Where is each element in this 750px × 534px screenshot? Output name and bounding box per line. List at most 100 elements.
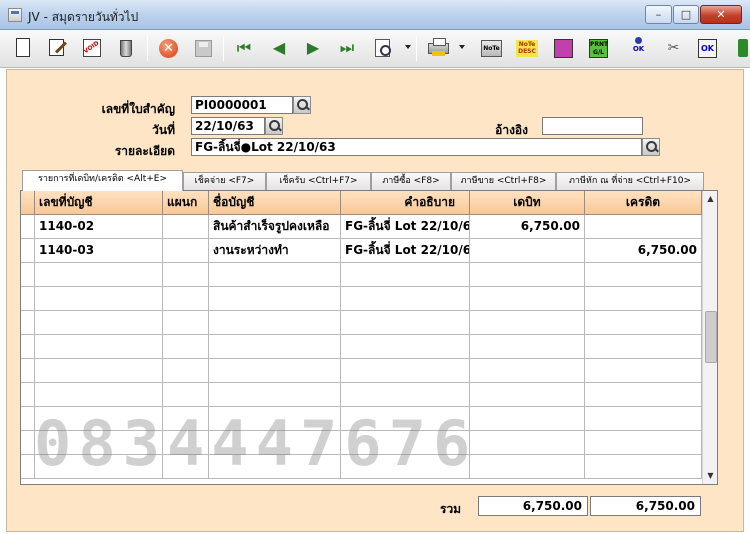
cell-credit[interactable]: 6,750.00	[585, 239, 702, 263]
cell-credit[interactable]	[585, 359, 702, 383]
doc-no-field[interactable]: PI0000001	[191, 96, 293, 114]
cell-credit[interactable]	[585, 383, 702, 407]
journal-grid[interactable]: เลขที่บัญชี แผนก ชื่อบัญชี คำอธิบาย เดบิ…	[20, 190, 718, 485]
find-button[interactable]	[370, 35, 396, 61]
cell-account-name[interactable]	[209, 287, 341, 311]
tab-purchase-tax[interactable]: ภาษีซื้อ <F8>	[371, 172, 451, 190]
void-button[interactable]	[79, 35, 105, 61]
close-button[interactable]: ✕	[700, 5, 742, 24]
cell-dept[interactable]	[163, 431, 209, 455]
print-dropdown-arrow-icon[interactable]	[459, 45, 465, 49]
column-header-credit[interactable]: เครดิต	[585, 191, 702, 215]
reference-field[interactable]	[542, 117, 643, 135]
column-header-debit[interactable]: เดบิท	[470, 191, 585, 215]
row-selector[interactable]	[21, 455, 35, 479]
cell-credit[interactable]	[585, 407, 702, 431]
row-selector[interactable]	[21, 431, 35, 455]
row-selector[interactable]	[21, 335, 35, 359]
scroll-down-icon[interactable]: ▼	[703, 468, 717, 483]
save-button[interactable]	[190, 35, 216, 61]
cell-description[interactable]	[341, 431, 470, 455]
cell-debit[interactable]	[470, 263, 585, 287]
row-selector[interactable]	[21, 263, 35, 287]
minimize-button[interactable]: –	[645, 5, 672, 24]
cell-dept[interactable]	[163, 311, 209, 335]
cell-debit[interactable]	[470, 335, 585, 359]
next-record-button[interactable]: ▶	[300, 35, 326, 61]
scroll-thumb[interactable]	[705, 311, 717, 363]
row-selector[interactable]	[21, 311, 35, 335]
cell-dept[interactable]	[163, 239, 209, 263]
cell-account[interactable]	[35, 359, 163, 383]
row-selector[interactable]	[21, 287, 35, 311]
tab-cheque-payment[interactable]: เช็คจ่าย <F7>	[183, 172, 266, 190]
detail-field[interactable]: FG-ลิ้นจี่●Lot 22/10/63	[191, 138, 642, 156]
cell-account[interactable]	[35, 431, 163, 455]
cell-debit[interactable]	[470, 311, 585, 335]
cell-description[interactable]	[341, 359, 470, 383]
cell-account-name[interactable]	[209, 455, 341, 479]
cell-credit[interactable]	[585, 287, 702, 311]
first-record-button[interactable]: ⏮	[231, 35, 257, 61]
cell-debit[interactable]	[470, 407, 585, 431]
cell-credit[interactable]	[585, 215, 702, 239]
find-dropdown-arrow-icon[interactable]	[405, 45, 411, 49]
doc-no-lookup-icon[interactable]	[293, 96, 311, 114]
cell-account-name[interactable]: สินค้าสำเร็จรูปคงเหลือ	[209, 215, 341, 239]
cell-credit[interactable]	[585, 263, 702, 287]
cell-account-name[interactable]: งานระหว่างทำ	[209, 239, 341, 263]
cell-debit[interactable]	[470, 287, 585, 311]
maximize-button[interactable]: □	[673, 5, 699, 24]
cell-account[interactable]: 1140-02	[35, 215, 163, 239]
column-header-account[interactable]: เลขที่บัญชี	[35, 191, 163, 215]
new-button[interactable]	[10, 35, 36, 61]
ok-button[interactable]: OK	[694, 35, 720, 61]
cell-dept[interactable]	[163, 359, 209, 383]
cell-account[interactable]	[35, 455, 163, 479]
cell-account[interactable]	[35, 263, 163, 287]
cell-account-name[interactable]	[209, 407, 341, 431]
row-selector[interactable]	[21, 407, 35, 431]
cell-dept[interactable]	[163, 287, 209, 311]
row-selector[interactable]	[21, 239, 35, 263]
exit-button[interactable]	[734, 35, 750, 61]
date-lookup-icon[interactable]	[265, 117, 283, 135]
detail-lookup-icon[interactable]	[642, 138, 660, 156]
cell-account[interactable]	[35, 287, 163, 311]
tab-withholding-tax[interactable]: ภาษีหัก ณ ที่จ่าย <Ctrl+F10>	[556, 172, 704, 190]
cell-dept[interactable]	[163, 455, 209, 479]
cell-debit[interactable]	[470, 431, 585, 455]
cell-credit[interactable]	[585, 311, 702, 335]
cell-description[interactable]	[341, 263, 470, 287]
cancel-button[interactable]: ✕	[155, 35, 181, 61]
cell-description[interactable]	[341, 383, 470, 407]
description-button[interactable]: NoTe DESC	[514, 35, 540, 61]
cell-dept[interactable]	[163, 407, 209, 431]
cell-account-name[interactable]	[209, 311, 341, 335]
previous-record-button[interactable]: ◀	[266, 35, 292, 61]
tab-cheque-receive[interactable]: เช็ครับ <Ctrl+F7>	[266, 172, 371, 190]
vertical-scrollbar[interactable]: ▲ ▼	[702, 191, 717, 484]
cell-account[interactable]	[35, 407, 163, 431]
cell-debit[interactable]: 6,750.00	[470, 215, 585, 239]
row-selector[interactable]	[21, 215, 35, 239]
cell-description[interactable]: FG-ลิ้นจี่ Lot 22/10/6	[341, 215, 470, 239]
note-button[interactable]: NoTe	[478, 35, 504, 61]
cell-account[interactable]	[35, 383, 163, 407]
cell-description[interactable]	[341, 335, 470, 359]
cell-account[interactable]	[35, 335, 163, 359]
column-header-dept[interactable]: แผนก	[163, 191, 209, 215]
cell-description[interactable]	[341, 311, 470, 335]
cell-account-name[interactable]	[209, 335, 341, 359]
row-selector[interactable]	[21, 383, 35, 407]
cell-credit[interactable]	[585, 455, 702, 479]
cell-description[interactable]	[341, 407, 470, 431]
cell-account-name[interactable]	[209, 431, 341, 455]
print-gl-button[interactable]: PRNT G/L	[585, 35, 611, 61]
cell-description[interactable]	[341, 455, 470, 479]
cell-account[interactable]: 1140-03	[35, 239, 163, 263]
cell-credit[interactable]	[585, 335, 702, 359]
cell-debit[interactable]	[470, 455, 585, 479]
print-button[interactable]	[425, 35, 451, 61]
cell-account[interactable]	[35, 311, 163, 335]
